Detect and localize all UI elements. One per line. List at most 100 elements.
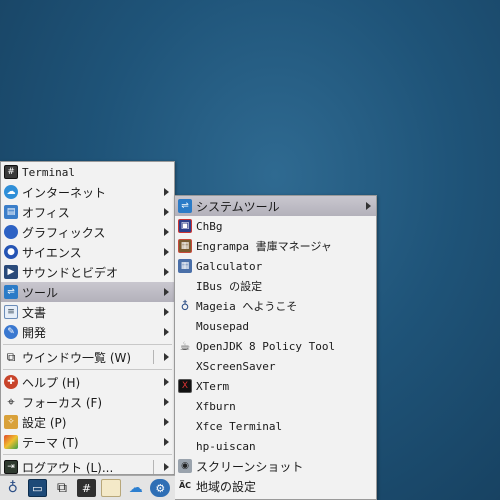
menu-divider — [3, 344, 172, 345]
menu-item-office[interactable]: ▤ オフィス — [1, 202, 174, 222]
logout-icon: ⇥ — [4, 460, 18, 474]
taskbar-panel: ♁ ▭ ⧉ # ☁ ⚙ — [0, 475, 175, 500]
menu-item-xscreensaver[interactable]: XScreenSaver — [175, 356, 376, 376]
menu-item-logout[interactable]: ⇥ ログアウト (L)... — [1, 457, 174, 477]
science-icon: ● — [4, 245, 18, 259]
menu-item-science[interactable]: ● サイエンス — [1, 242, 174, 262]
menu-item-label: Galculator — [196, 259, 263, 273]
menu-item-label: Terminal — [22, 165, 75, 179]
submenu-arrow-icon — [164, 208, 169, 216]
windows-button[interactable]: ⧉ — [52, 479, 72, 497]
menu-item-engrampa[interactable]: ▦ Engrampa 書庫マネージャ — [175, 236, 376, 256]
submenu-arrow-icon — [164, 248, 169, 256]
menu-item-label: ログアウト (L)... — [22, 460, 114, 475]
menu-item-label: サウンドとビデオ — [22, 265, 119, 280]
system-tools-icon: ⇌ — [178, 199, 192, 213]
documents-icon: ≡ — [4, 305, 18, 319]
terminal-icon: # — [4, 165, 18, 179]
menu-item-development[interactable]: ✎ 開発 — [1, 322, 174, 342]
menu-item-label: ChBg — [196, 219, 223, 233]
menu-item-xfburn[interactable]: Xfburn — [175, 396, 376, 416]
menu-item-label: Xfburn — [196, 399, 236, 413]
window-switcher-icon: ⧉ — [56, 480, 67, 496]
menu-item-label: サイエンス — [22, 245, 82, 260]
control-center-icon: ⚙ — [155, 481, 166, 495]
files-launcher[interactable] — [101, 479, 121, 497]
submenu-arrow-icon — [164, 328, 169, 336]
menu-item-hp-uiscan[interactable]: hp-uiscan — [175, 436, 376, 456]
help-icon: ✚ — [4, 375, 18, 389]
office-icon: ▤ — [4, 205, 18, 219]
menu-item-label: IBus の設定 — [196, 280, 263, 293]
submenu-arrow-icon — [164, 353, 169, 361]
menu-separator — [153, 350, 154, 364]
mageia-logo-icon: ♁ — [7, 480, 18, 496]
browser-launcher[interactable]: ☁ — [126, 479, 146, 497]
menu-item-label: 地域の設定 — [196, 479, 257, 494]
menu-item-label: オフィス — [22, 205, 70, 220]
submenu-arrow-icon — [366, 202, 371, 210]
menu-item-label: XTerm — [196, 379, 230, 393]
chbg-icon: ▣ — [178, 219, 192, 233]
menu-item-mageia-welcome[interactable]: ♁ Mageia へようこそ — [175, 296, 376, 316]
menu-item-theme[interactable]: テーマ (T) — [1, 432, 174, 452]
theme-icon — [4, 435, 18, 449]
menu-item-focus[interactable]: ⌖ フォーカス (F) — [1, 392, 174, 412]
internet-icon: ☁ — [4, 185, 18, 199]
calculator-icon: ▦ — [178, 259, 192, 273]
submenu-arrow-icon — [164, 378, 169, 386]
submenu-arrow-icon — [164, 288, 169, 296]
menu-item-locale[interactable]: A̅C 地域の設定 — [175, 476, 376, 496]
mageia-icon: ♁ — [180, 299, 190, 313]
menu-item-label: ヘルプ (H) — [22, 375, 81, 390]
development-icon: ✎ — [4, 325, 18, 339]
menu-item-multimedia[interactable]: ▶ サウンドとビデオ — [1, 262, 174, 282]
menu-item-ibus[interactable]: IBus の設定 — [175, 276, 376, 296]
submenu-arrow-icon — [164, 398, 169, 406]
java-icon: ☕ — [179, 339, 191, 353]
tools-submenu: ⇌ システムツール ▣ ChBg ▦ Engrampa 書庫マネージャ ▦ Ga… — [174, 195, 377, 500]
submenu-arrow-icon — [164, 228, 169, 236]
settings-launcher[interactable]: ⚙ — [150, 479, 171, 497]
menu-item-label: ツール — [22, 285, 59, 300]
menu-item-tools[interactable]: ⇌ ツール — [1, 282, 174, 302]
menu-item-graphics[interactable]: グラフィックス — [1, 222, 174, 242]
menu-item-label: Mousepad — [196, 319, 249, 333]
menu-item-label: OpenJDK 8 Policy Tool — [196, 339, 336, 353]
locale-icon: A̅C — [178, 481, 192, 490]
menu-item-label: テーマ (T) — [22, 435, 79, 450]
menu-divider — [3, 454, 172, 455]
menu-item-help[interactable]: ✚ ヘルプ (H) — [1, 372, 174, 392]
menu-item-mousepad[interactable]: Mousepad — [175, 316, 376, 336]
menu-item-label: 設定 (P) — [22, 415, 67, 430]
menu-item-screenshot[interactable]: ◉ スクリーンショット — [175, 456, 376, 476]
submenu-arrow-icon — [164, 308, 169, 316]
screenshot-icon: ◉ — [178, 459, 192, 473]
tools-icon: ⇌ — [4, 285, 18, 299]
menu-item-label: 開発 — [22, 325, 47, 340]
menu-item-label: 文書 — [22, 305, 47, 320]
terminal-launcher[interactable]: # — [76, 479, 97, 497]
submenu-arrow-icon — [164, 463, 169, 471]
menu-item-label: グラフィックス — [22, 225, 106, 240]
menu-item-terminal[interactable]: # Terminal — [1, 162, 174, 182]
menu-item-settings[interactable]: ✧ 設定 (P) — [1, 412, 174, 432]
desktop-button[interactable]: ▭ — [27, 479, 48, 497]
menu-item-galculator[interactable]: ▦ Galculator — [175, 256, 376, 276]
menu-item-label: スクリーンショット — [196, 459, 304, 474]
menu-item-xterm[interactable]: X XTerm — [175, 376, 376, 396]
window-list-icon: ⧉ — [6, 350, 16, 364]
archive-icon: ▦ — [178, 239, 192, 253]
menu-item-label: システムツール — [196, 199, 280, 214]
submenu-arrow-icon — [164, 418, 169, 426]
menu-button[interactable]: ♁ — [3, 479, 23, 497]
menu-item-xfce-terminal[interactable]: Xfce Terminal — [175, 416, 376, 436]
menu-item-openjdk-policy[interactable]: ☕ OpenJDK 8 Policy Tool — [175, 336, 376, 356]
browser-icon: ☁ — [128, 480, 143, 496]
menu-item-system-tools[interactable]: ⇌ システムツール — [175, 196, 376, 216]
menu-item-chbg[interactable]: ▣ ChBg — [175, 216, 376, 236]
menu-item-documents[interactable]: ≡ 文書 — [1, 302, 174, 322]
menu-item-internet[interactable]: ☁ インターネット — [1, 182, 174, 202]
menu-item-window-list[interactable]: ⧉ ウインドウ一覧 (W) — [1, 347, 174, 367]
submenu-arrow-icon — [164, 188, 169, 196]
